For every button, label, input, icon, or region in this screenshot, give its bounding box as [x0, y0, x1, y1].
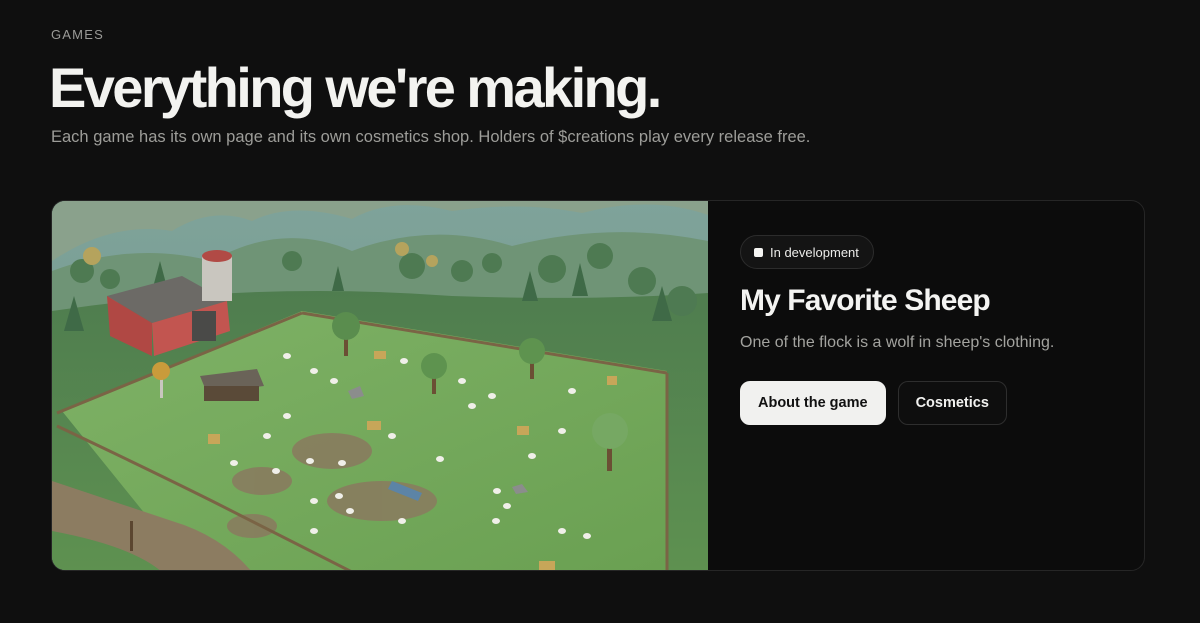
game-card: In development My Favorite Sheep One of …: [51, 200, 1145, 571]
game-description: One of the flock is a wolf in sheep's cl…: [740, 334, 1055, 351]
page-title: Everything we're making.: [49, 56, 662, 119]
game-actions: About the game Cosmetics: [740, 381, 1007, 425]
game-title: My Favorite Sheep: [740, 284, 991, 317]
page-subtitle: Each game has its own page and its own c…: [51, 128, 811, 146]
games-page: GAMES Everything we're making. Each game…: [0, 0, 1200, 623]
about-game-button[interactable]: About the game: [740, 381, 886, 425]
game-info-panel: In development My Favorite Sheep One of …: [740, 201, 1144, 570]
farm-scene-illustration: [52, 201, 708, 570]
status-label: In development: [770, 244, 859, 260]
cosmetics-button[interactable]: Cosmetics: [897, 381, 1007, 425]
status-square-icon: [754, 247, 763, 257]
status-badge: In development: [740, 235, 874, 269]
section-eyebrow: GAMES: [51, 27, 104, 42]
game-screenshot[interactable]: [52, 201, 708, 570]
